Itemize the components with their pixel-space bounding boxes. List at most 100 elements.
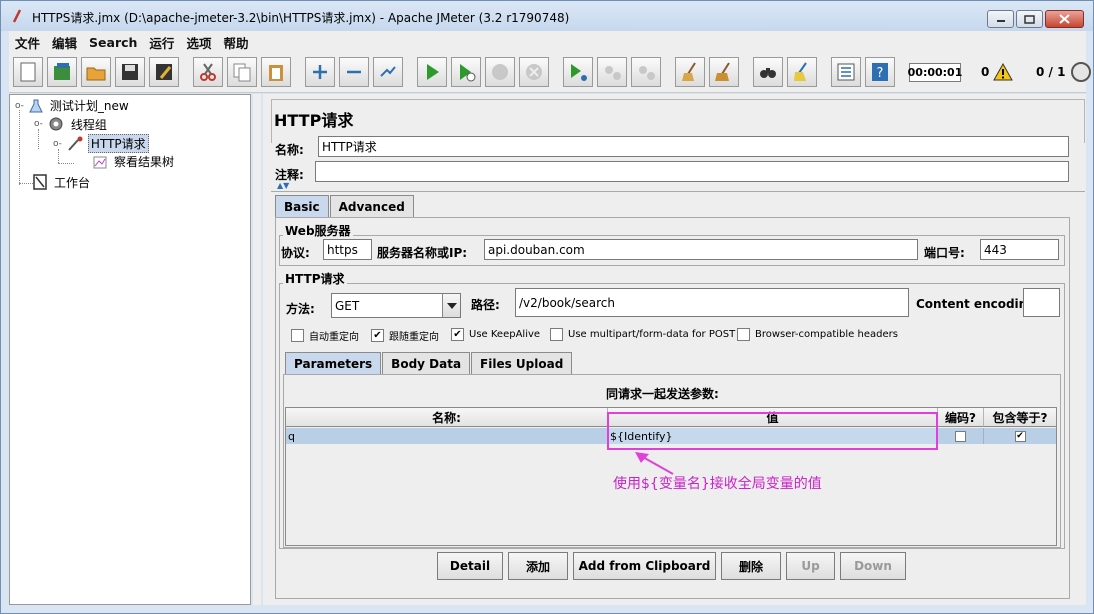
main-tabs: Basic Advanced (275, 195, 415, 217)
method-select[interactable]: GET (331, 293, 461, 318)
server-field[interactable] (484, 239, 918, 260)
stop-button[interactable] (485, 57, 515, 87)
broom-all-icon (715, 62, 730, 81)
web-server-title: Web服务器 (283, 222, 353, 239)
title-bar: HTTPS请求.jmx (D:\apache-jmeter-3.2\bin\HT… (1, 1, 1093, 31)
maximize-button[interactable] (1016, 10, 1043, 28)
down-button[interactable]: Down (840, 552, 906, 580)
tree-node-test-plan[interactable]: o- 测试计划_new (15, 97, 131, 114)
protocol-label: 协议: (281, 246, 310, 260)
toolbar: ? 00:00:01 0 0 / 1 (9, 53, 1091, 93)
http-request-panel: HTTP请求 名称: 注释: ▲▼ Basic Advanced Web服务器 … (263, 94, 1086, 605)
menu-file[interactable]: 文件 (9, 33, 46, 52)
name-field[interactable] (318, 136, 1069, 157)
menu-run[interactable]: 运行 (143, 33, 180, 52)
name-label: 名称: (275, 143, 304, 157)
elapsed-timer: 00:00:01 (908, 63, 962, 82)
up-button[interactable]: Up (786, 552, 835, 580)
menu-edit[interactable]: 编辑 (46, 33, 83, 52)
cut-button[interactable] (193, 57, 223, 87)
column-header-name[interactable]: 名称: (286, 408, 608, 427)
tab-body-data[interactable]: Body Data (382, 352, 471, 374)
minimize-button[interactable] (987, 10, 1014, 28)
encode-cell[interactable] (938, 428, 984, 444)
path-field[interactable] (515, 288, 909, 317)
tab-advanced[interactable]: Advanced (329, 195, 414, 217)
menu-options[interactable]: 选项 (180, 33, 217, 52)
delete-button[interactable]: 删除 (721, 552, 781, 580)
clear-button[interactable] (675, 57, 705, 87)
checkbox-box[interactable] (291, 329, 304, 342)
function-helper-button[interactable] (831, 57, 861, 87)
new-button[interactable] (13, 57, 43, 87)
clear-all-button[interactable] (709, 57, 739, 87)
templates-button[interactable] (47, 57, 77, 87)
start-button[interactable] (417, 57, 447, 87)
remote-stop-button[interactable] (597, 57, 627, 87)
tab-parameters[interactable]: Parameters (285, 352, 382, 374)
param-name-cell[interactable]: q (286, 428, 608, 444)
start-no-pause-button[interactable] (451, 57, 481, 87)
templates-icon (54, 63, 70, 80)
remote-shutdown-button[interactable] (631, 57, 661, 87)
save-as-button[interactable] (149, 57, 179, 87)
reset-search-button[interactable] (787, 57, 817, 87)
chevron-down-icon[interactable] (442, 294, 460, 317)
encoding-field[interactable] (1023, 288, 1060, 317)
http-request-title: HTTP请求 (283, 270, 347, 287)
toggle-button[interactable] (373, 57, 403, 87)
collapse-arrows-icon[interactable]: ▲▼ (277, 181, 289, 190)
active-threads: 0 / 1 (1036, 65, 1066, 79)
open-button[interactable] (81, 57, 111, 87)
multipart-checkbox[interactable]: Use multipart/form-data for POST (550, 328, 735, 341)
include-equals-cell[interactable]: ✔ (984, 428, 1056, 444)
column-header-include-equals[interactable]: 包含等于? (984, 408, 1056, 427)
keepalive-checkbox[interactable]: ✔ Use KeepAlive (451, 328, 540, 341)
column-header-encode[interactable]: 编码? (938, 408, 984, 427)
result-tree-icon (93, 156, 107, 168)
add-from-clipboard-button[interactable]: Add from Clipboard (573, 552, 716, 580)
menu-search[interactable]: Search (83, 35, 143, 50)
save-button[interactable] (115, 57, 145, 87)
search-button[interactable] (753, 57, 783, 87)
encode-checkbox[interactable] (955, 430, 966, 442)
tree-node-thread-group[interactable]: o- 线程组 (34, 115, 109, 133)
collapse-button[interactable] (339, 57, 369, 87)
expand-button[interactable] (305, 57, 335, 87)
port-field[interactable] (980, 239, 1059, 260)
tree-node-http-request[interactable]: o- HTTP请求 (53, 134, 149, 153)
tab-files-upload[interactable]: Files Upload (471, 352, 573, 374)
comment-field[interactable] (315, 161, 1069, 182)
tab-basic[interactable]: Basic (275, 195, 329, 217)
add-button[interactable]: 添加 (508, 552, 568, 580)
copy-button[interactable] (227, 57, 257, 87)
workbench-icon (33, 174, 47, 190)
auto-redirect-checkbox[interactable]: 自动重定向 (291, 328, 359, 343)
follow-redirect-checkbox[interactable]: ✔ 跟随重定向 (371, 328, 439, 343)
checkbox-box[interactable] (737, 328, 750, 341)
paste-icon (269, 65, 283, 81)
remote-start-button[interactable] (563, 57, 593, 87)
shutdown-button[interactable] (519, 57, 549, 87)
splitter[interactable] (253, 94, 261, 605)
protocol-field[interactable] (323, 239, 372, 260)
checkmark-icon[interactable]: ✔ (451, 328, 464, 341)
close-button[interactable] (1045, 10, 1084, 28)
paste-button[interactable] (261, 57, 291, 87)
param-tabs: Parameters Body Data Files Upload (285, 352, 573, 374)
menu-help[interactable]: 帮助 (217, 33, 254, 52)
path-label: 路径: (471, 298, 500, 312)
remote-shutdown-icon (639, 66, 655, 80)
warning-icon[interactable] (993, 63, 1013, 81)
annotation-text: 使用${变量名}接收全局变量的值 (613, 476, 822, 492)
checkmark-icon[interactable]: ✔ (371, 329, 384, 342)
tree-node-result-tree[interactable]: 察看结果树 (92, 153, 176, 170)
tree-node-workbench[interactable]: 工作台 (32, 173, 92, 191)
checkbox-box[interactable] (550, 328, 563, 341)
detail-button[interactable]: Detail (437, 552, 503, 580)
minus-icon (347, 70, 361, 74)
checkmark-icon[interactable]: ✔ (1014, 430, 1026, 442)
pipette-icon (68, 136, 83, 151)
help-button[interactable]: ? (865, 57, 895, 87)
browser-headers-checkbox[interactable]: Browser-compatible headers (737, 328, 898, 341)
